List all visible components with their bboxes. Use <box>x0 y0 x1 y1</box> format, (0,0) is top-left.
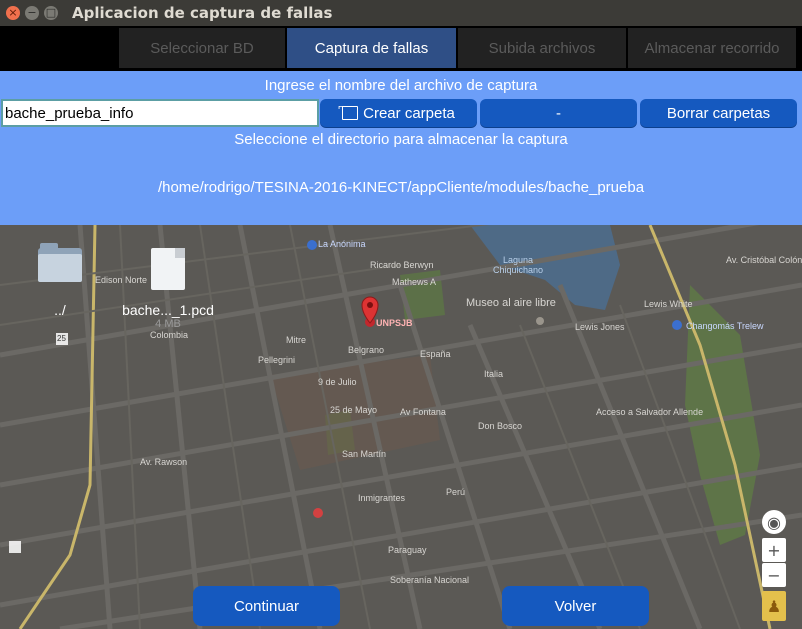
filename-prompt: Ingrese el nombre del archivo de captura <box>264 77 538 94</box>
maximize-icon[interactable]: □ <box>44 6 58 20</box>
map-label-lewis-jones: Lewis Jones <box>575 322 625 332</box>
route-shield-label: 25 <box>57 334 66 343</box>
file-item-pcd[interactable]: bache..._1.pcd 4 MB <box>118 248 218 330</box>
map-label-laguna: Laguna Chiquichano <box>492 255 544 275</box>
directory-prompt: Seleccione el directorio para almacenar … <box>234 131 568 148</box>
capture-panel: Ingrese el nombre del archivo de captura… <box>0 71 802 225</box>
map-label-9-de-julio: 9 de Julio <box>318 377 357 387</box>
map-label-ricardo-berwyn: Ricardo Berwyn <box>370 260 434 270</box>
map-label-rawson: Av. Rawson <box>140 457 188 467</box>
tab-bar: Seleccionar BD Captura de fallas Subida … <box>0 26 802 71</box>
file-name: ../ <box>54 302 66 318</box>
map-label-lewis-white: Lewis White <box>644 299 693 309</box>
file-item-parent[interactable]: ../ <box>30 243 90 318</box>
map-label-changomas: Changomás Trelew <box>686 321 764 331</box>
map-label-peru: Perú <box>446 487 466 497</box>
map-label-inmigrantes: Inmigrantes <box>358 493 406 503</box>
zoom-out-icon[interactable]: − <box>762 563 786 587</box>
tab-subida-archivos[interactable]: Subida archivos <box>458 28 626 68</box>
file-name: bache..._1.pcd <box>122 302 214 318</box>
map-label-la-anonima: La Anónima <box>318 239 366 249</box>
delete-folders-button[interactable]: Borrar carpetas <box>640 99 797 127</box>
map-label-25-de-mayo: 25 de Mayo <box>330 405 378 415</box>
dash-button[interactable]: - <box>480 99 637 127</box>
new-folder-icon: ⌐ <box>338 102 359 120</box>
tab-seleccionar-bd[interactable]: Seleccionar BD <box>119 28 285 68</box>
current-path: /home/rodrigo/TESINA-2016-KINECT/appClie… <box>157 179 645 196</box>
map-label-acceso: Acceso a Salvador Allende <box>596 407 704 417</box>
tab-almacenar-recorrido[interactable]: Almacenar recorrido <box>628 28 796 68</box>
map-label-espana: España <box>420 349 451 359</box>
map-label-pellegrini: Pellegrini <box>258 355 296 365</box>
tab-captura-de-fallas[interactable]: Captura de fallas <box>287 28 456 68</box>
minimize-icon[interactable]: − <box>25 6 39 20</box>
close-icon[interactable]: × <box>6 6 20 20</box>
map-label-colombia: Colombia <box>150 330 189 340</box>
zoom-in-icon[interactable]: + <box>762 538 786 562</box>
file-size: 4 MB <box>155 318 181 330</box>
locate-icon[interactable]: ◉ <box>762 510 786 534</box>
map-label-soberania: Soberanía Nacional <box>390 575 470 585</box>
map-label-san-martin: San Martín <box>342 449 387 459</box>
map-label-mathews: Mathews A <box>392 277 437 287</box>
map-label-italia: Italia <box>484 369 504 379</box>
map-label-mitre: Mitre <box>286 335 306 345</box>
back-button[interactable]: Volver <box>502 586 649 626</box>
map-label-don-bosco: Don Bosco <box>478 421 523 431</box>
folder-icon <box>38 243 82 282</box>
filename-input[interactable] <box>1 99 319 127</box>
map-label-museo: Museo al aire libre <box>466 297 556 309</box>
map-label-unpsjb: UNPSJB <box>376 318 413 328</box>
map-label-paraguay: Paraguay <box>388 545 427 555</box>
window-titlebar: × − □ Aplicacion de captura de fallas <box>0 0 802 26</box>
map-label-cristobal-colon: Av. Cristóbal Colón <box>726 255 802 265</box>
map-label-belgrano: Belgrano <box>348 345 385 355</box>
window-title: Aplicacion de captura de fallas <box>72 4 333 22</box>
create-folder-button[interactable]: ⌐ Crear carpeta <box>320 99 477 127</box>
map-label-fontana: Av Fontana <box>400 407 446 417</box>
document-icon <box>151 248 185 290</box>
continue-button[interactable]: Continuar <box>193 586 340 626</box>
pegman-icon[interactable]: ♟ <box>762 591 786 621</box>
create-folder-label: Crear carpeta <box>363 104 455 122</box>
